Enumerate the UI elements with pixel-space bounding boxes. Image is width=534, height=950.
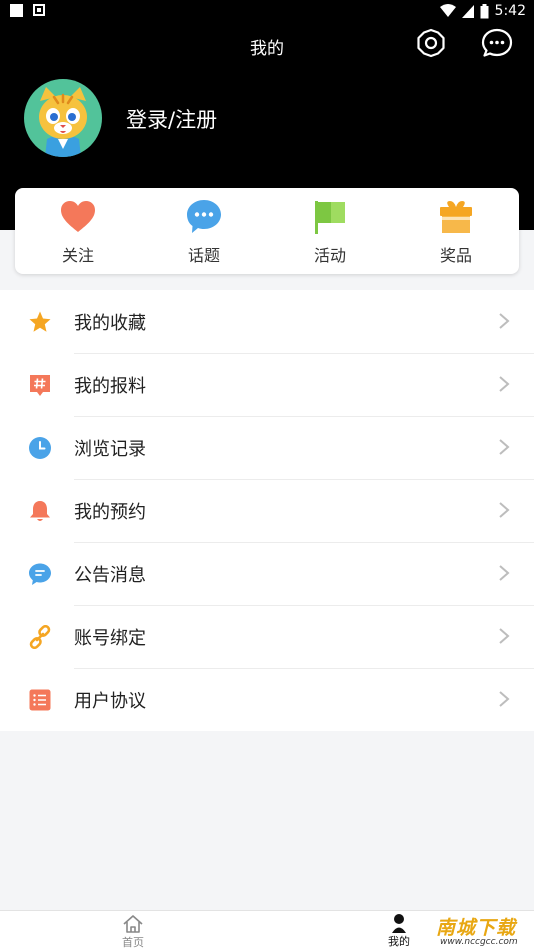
menu-item-label: 我的报料 [74,375,146,397]
menu-item-user-agreement[interactable]: 用户协议 [0,668,534,731]
chevron-right-icon [499,628,510,644]
chevron-right-icon [499,691,510,707]
menu-item-label: 我的预约 [74,501,146,523]
menu-item-reports[interactable]: 我的报料 [0,353,534,416]
notification-icon [33,4,45,16]
watermark-url: www.nccgcc.com [440,937,518,947]
battery-icon [480,3,489,18]
watermark-logo: 南城下载 www.nccgcc.com [406,913,528,949]
flag-icon [311,198,349,236]
menu-item-history[interactable]: 浏览记录 [0,416,534,479]
clock-icon [28,436,52,460]
quick-action-label: 话题 [187,246,220,265]
nav-tab-label: 首页 [122,936,144,949]
chevron-right-icon [499,313,510,329]
quick-action-label: 奖品 [439,246,472,265]
notification-icon [10,4,23,17]
menu-item-label: 账号绑定 [74,627,146,649]
menu-item-favorites[interactable]: 我的收藏 [0,290,534,353]
quick-action-label: 关注 [61,246,94,265]
menu-item-announcements[interactable]: 公告消息 [0,542,534,605]
chat-bubble-icon [481,28,513,57]
hashtag-icon [28,373,52,397]
bell-icon [28,499,52,523]
star-icon [28,310,52,334]
avatar[interactable] [24,79,102,157]
status-bar: 5:42 [0,0,534,24]
nav-tab-home[interactable]: 首页 [113,914,153,950]
heart-icon [59,198,97,236]
quick-action-follow[interactable]: 关注 [15,188,141,274]
notification-icons [10,4,45,17]
chat-bubble-icon [185,198,223,236]
quick-action-label: 活动 [313,246,346,265]
chevron-right-icon [499,565,510,581]
bottom-nav: 首页 我的 南城下载 www.nccgcc.com [0,910,534,950]
chevron-right-icon [499,439,510,455]
chevron-right-icon [499,376,510,392]
wifi-icon [439,4,456,17]
menu-item-label: 我的收藏 [74,312,146,334]
link-icon [28,625,52,649]
quick-action-topics[interactable]: 话题 [141,188,267,274]
quick-action-events[interactable]: 活动 [267,188,393,274]
watermark-brand: 南城下载 [436,917,517,939]
menu-item-reservations[interactable]: 我的预约 [0,479,534,542]
messages-button[interactable] [480,26,514,60]
quick-action-prizes[interactable]: 奖品 [393,188,519,274]
login-register-link[interactable]: 登录/注册 [126,104,217,134]
page-title: 我的 [250,39,284,59]
list-icon [28,688,52,712]
status-time: 5:42 [494,3,526,19]
settings-button[interactable] [414,26,448,60]
gift-icon [437,198,475,236]
menu-item-label: 浏览记录 [74,438,146,460]
menu-list: 我的收藏 我的报料 浏览记录 我的预约 公告消息 账号绑定 用户协议 [0,290,534,731]
message-icon [28,562,52,586]
quick-actions-card: 关注 话题 活动 奖品 [15,188,519,274]
menu-item-label: 用户协议 [74,690,146,712]
signal-icon [461,4,474,18]
cat-mascot-icon [39,87,87,157]
system-icons: 5:42 [439,3,526,19]
chevron-right-icon [499,502,510,518]
menu-item-label: 公告消息 [74,564,146,586]
gear-icon [417,28,445,58]
home-icon [123,915,143,933]
menu-item-account-binding[interactable]: 账号绑定 [0,605,534,668]
